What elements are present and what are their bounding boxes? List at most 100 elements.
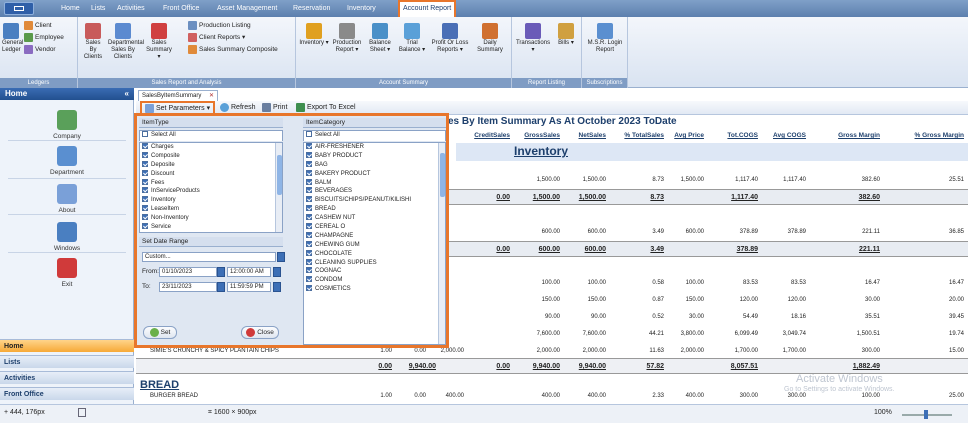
checkbox[interactable] xyxy=(306,169,312,176)
checkbox[interactable] xyxy=(142,169,148,176)
list-item[interactable]: BABY PRODUCT xyxy=(304,151,445,161)
checkbox[interactable] xyxy=(306,214,312,221)
list-item[interactable]: Discount xyxy=(140,169,282,179)
nav-item-about[interactable]: About xyxy=(0,184,134,214)
item-category-scrollbar[interactable] xyxy=(438,143,445,344)
daily-summary-button[interactable]: Daily Summary xyxy=(474,23,506,54)
to-date-dropdown-icon[interactable] xyxy=(217,282,225,292)
nav-item-company[interactable]: Company xyxy=(0,110,134,140)
list-item[interactable]: BAG xyxy=(304,160,445,170)
inventory-report-button[interactable]: Inventory ▾ xyxy=(299,23,329,47)
list-item[interactable]: InServiceProducts xyxy=(140,187,282,196)
list-item[interactable]: CHEWING GUM xyxy=(304,240,445,250)
to-date-field[interactable]: 23/11/2023 xyxy=(159,282,217,292)
vendor-button[interactable]: Vendor xyxy=(24,45,56,55)
nav-bar-activities[interactable]: Activities xyxy=(0,371,134,384)
list-item[interactable]: Charges xyxy=(140,143,282,152)
list-item[interactable]: COGNAC xyxy=(304,267,445,276)
tab-inventory[interactable]: Inventory xyxy=(344,0,379,17)
checkbox[interactable] xyxy=(306,205,312,212)
trial-balance-button[interactable]: Trial Balance ▾ xyxy=(398,23,426,54)
list-item[interactable]: CLEANING SUPPLIES xyxy=(304,258,445,268)
list-item[interactable]: BALM xyxy=(304,178,445,188)
from-time-spinner[interactable] xyxy=(273,267,281,277)
checkbox[interactable] xyxy=(306,258,312,265)
to-time-spinner[interactable] xyxy=(273,282,281,292)
scroll-thumb[interactable] xyxy=(440,153,445,197)
checkbox[interactable] xyxy=(142,178,148,185)
nav-bar-home[interactable]: Home xyxy=(0,339,134,352)
nav-bar-lists[interactable]: Lists xyxy=(0,355,134,368)
tab-reservation[interactable]: Reservation xyxy=(290,0,333,17)
list-item[interactable]: BREAD xyxy=(304,205,445,214)
list-item[interactable]: Non-Inventory xyxy=(140,214,282,223)
to-time-field[interactable]: 11:59:59 PM xyxy=(227,282,271,292)
list-item[interactable]: CHAMPAGNE xyxy=(304,231,445,241)
production-report-button[interactable]: Production Report ▾ xyxy=(332,23,362,54)
checkbox[interactable] xyxy=(142,223,148,230)
list-item[interactable]: CEREAL O xyxy=(304,223,445,232)
list-item[interactable]: Composite xyxy=(140,151,282,161)
tab-activities[interactable]: Activities xyxy=(114,0,148,17)
list-item[interactable]: COSMETICS xyxy=(304,285,445,294)
list-item[interactable]: Fees xyxy=(140,178,282,188)
tab-lists[interactable]: Lists xyxy=(88,0,108,17)
checkbox[interactable] xyxy=(142,214,148,221)
checkbox[interactable] xyxy=(142,151,148,158)
close-button[interactable]: Close xyxy=(241,326,279,339)
checkbox[interactable] xyxy=(306,160,312,167)
production-listing-button[interactable]: Production Listing xyxy=(188,21,251,31)
list-item[interactable]: AIR-FRESHENER xyxy=(304,143,445,152)
nav-item-windows[interactable]: Windows xyxy=(0,222,134,252)
tab-home[interactable]: Home xyxy=(58,0,83,17)
checkbox[interactable] xyxy=(142,143,148,149)
general-ledger-button[interactable]: General Ledger xyxy=(2,23,23,54)
item-type-scrollbar[interactable] xyxy=(275,143,282,232)
close-tab-icon[interactable]: ✕ xyxy=(209,91,214,101)
from-time-field[interactable]: 12:00:00 AM xyxy=(227,267,271,277)
checkbox[interactable] xyxy=(306,231,312,238)
checkbox[interactable] xyxy=(142,160,148,167)
list-item[interactable]: BEVERAGES xyxy=(304,187,445,196)
list-item[interactable]: CHOCOLATE xyxy=(304,249,445,259)
client-reports-button[interactable]: Client Reports ▾ xyxy=(188,33,245,43)
departmental-sales-button[interactable]: Departmental Sales By Clients xyxy=(108,23,144,61)
zoom-slider-thumb[interactable] xyxy=(924,410,928,419)
list-item[interactable]: Service xyxy=(140,223,282,232)
from-date-field[interactable]: 01/10/2023 xyxy=(159,267,217,277)
item-category-select-all[interactable]: Select All xyxy=(303,130,446,141)
date-range-dropdown-icon[interactable] xyxy=(277,252,285,262)
select-all-checkbox[interactable] xyxy=(142,131,148,137)
checkbox[interactable] xyxy=(142,187,148,194)
checkbox[interactable] xyxy=(306,249,312,256)
sales-by-clients-button[interactable]: Sales By Clients xyxy=(82,23,104,61)
checkbox[interactable] xyxy=(142,205,148,212)
sales-summary-composite-button[interactable]: Sales Summary Composite xyxy=(188,45,278,55)
checkbox[interactable] xyxy=(306,178,312,185)
checkbox[interactable] xyxy=(306,285,312,292)
checkbox[interactable] xyxy=(142,196,148,203)
document-tab[interactable]: SalesByItemSummary ✕ xyxy=(138,90,218,101)
checkbox[interactable] xyxy=(306,267,312,274)
list-item[interactable]: Deposite xyxy=(140,160,282,170)
checkbox[interactable] xyxy=(306,276,312,283)
checkbox[interactable] xyxy=(306,187,312,194)
checkbox[interactable] xyxy=(306,223,312,230)
list-item[interactable]: BISCUITS/CHIPS/PEANUT/KILISHI xyxy=(304,196,445,205)
scroll-thumb[interactable] xyxy=(277,155,282,195)
checkbox[interactable] xyxy=(306,151,312,158)
client-button[interactable]: Client xyxy=(24,21,52,31)
employee-button[interactable]: Employee xyxy=(24,33,64,43)
list-item[interactable]: CONDOM xyxy=(304,276,445,285)
checkbox[interactable] xyxy=(306,143,312,149)
bills-button[interactable]: Bills ▾ xyxy=(554,23,578,47)
tab-front-office[interactable]: Front Office xyxy=(160,0,202,17)
nav-bar-front-office[interactable]: Front Office xyxy=(0,387,134,400)
item-type-select-all[interactable]: Select All xyxy=(139,130,283,141)
list-item[interactable]: CASHEW NUT xyxy=(304,214,445,223)
balance-sheet-button[interactable]: Balance Sheet ▾ xyxy=(366,23,394,54)
transactions-button[interactable]: Transactions ▾ xyxy=(514,23,552,54)
list-item[interactable]: BAKERY PRODUCT xyxy=(304,169,445,179)
from-date-dropdown-icon[interactable] xyxy=(217,267,225,277)
checkbox[interactable] xyxy=(306,196,312,203)
